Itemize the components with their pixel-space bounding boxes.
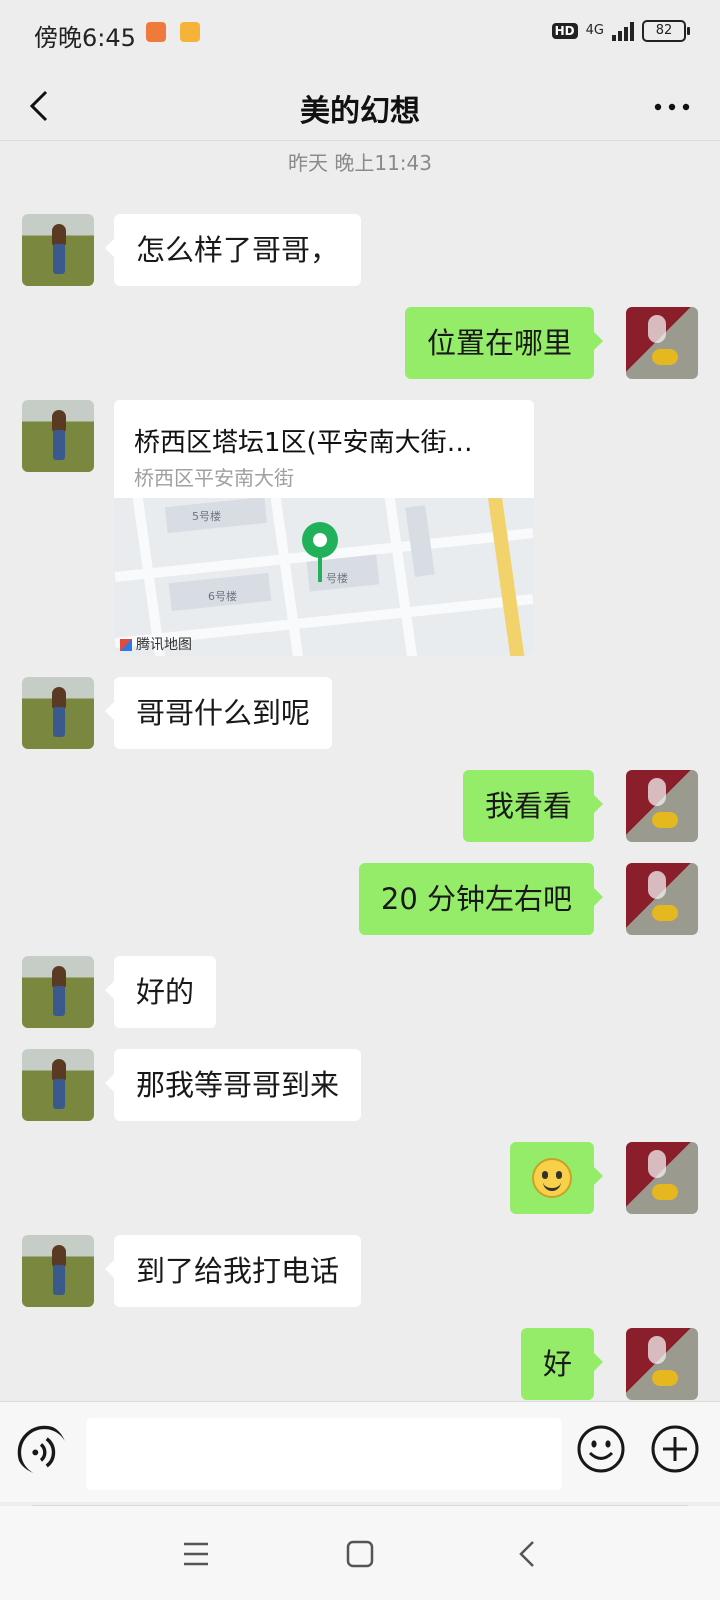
message-row: 好的 <box>0 956 720 1030</box>
my-avatar[interactable] <box>626 770 698 842</box>
my-avatar[interactable] <box>626 863 698 935</box>
contact-avatar[interactable] <box>22 400 94 472</box>
my-avatar[interactable] <box>626 1328 698 1400</box>
map-pin-icon <box>302 522 338 558</box>
message-row: 我看看 <box>0 770 720 844</box>
message-row: 好 <box>0 1328 720 1401</box>
message-row: 位置在哪里 <box>0 307 720 381</box>
smile-emoji-icon <box>532 1158 572 1198</box>
location-card[interactable]: 桥西区塔坛1区(平安南大街… 桥西区平安南大街 5号楼 6号楼 号楼 腾讯地图 <box>114 400 534 656</box>
my-avatar[interactable] <box>626 307 698 379</box>
signal-icon <box>612 21 634 41</box>
contact-avatar[interactable] <box>22 1235 94 1307</box>
message-row: 那我等哥哥到来 <box>0 1049 720 1123</box>
message-input[interactable] <box>86 1418 562 1490</box>
message-bubble[interactable]: 到了给我打电话 <box>104 1235 362 1307</box>
message-list[interactable]: 昨天 晚上11:43 怎么样了哥哥， 位置在哪里 桥西区塔坛1区(平安南大街… … <box>0 141 720 1401</box>
chat-header: 美的幻想 <box>0 70 720 141</box>
message-row: 桥西区塔坛1区(平安南大街… 桥西区平安南大街 5号楼 6号楼 号楼 腾讯地图 <box>0 400 720 658</box>
map-label: 6号楼 <box>208 590 237 603</box>
contact-avatar[interactable] <box>22 214 94 286</box>
message-bubble[interactable]: 好的 <box>104 956 217 1028</box>
message-timestamp: 昨天 晚上11:43 <box>288 151 432 175</box>
network-type: 4G <box>585 23 604 38</box>
map-label: 5号楼 <box>192 510 221 523</box>
status-indicators: HD 4G 82 <box>551 20 690 42</box>
message-bubble[interactable]: 怎么样了哥哥， <box>104 214 362 286</box>
message-bubble[interactable] <box>510 1142 603 1214</box>
message-bubble[interactable]: 我看看 <box>462 770 604 842</box>
input-bar <box>0 1401 720 1502</box>
contact-avatar[interactable] <box>22 956 94 1028</box>
system-nav-bar <box>0 1506 720 1600</box>
add-more-icon[interactable] <box>650 1424 700 1474</box>
location-address: 桥西区平安南大街 <box>134 466 294 490</box>
location-title: 桥西区塔坛1区(平安南大街… <box>134 428 473 458</box>
status-time: 傍晚6:45 <box>34 24 136 52</box>
message-bubble[interactable]: 好 <box>520 1328 604 1400</box>
chat-title: 美的幻想 <box>300 94 420 129</box>
notification-icon <box>180 22 200 42</box>
notification-icon <box>146 22 166 42</box>
battery-icon: 82 <box>642 20 690 42</box>
message-bubble[interactable]: 20 分钟左右吧 <box>358 863 604 935</box>
message-row: 哥哥什么到呢 <box>0 677 720 751</box>
map-brand: 腾讯地图 <box>120 634 192 654</box>
contact-avatar[interactable] <box>22 677 94 749</box>
emoji-picker-icon[interactable] <box>576 1424 626 1474</box>
message-row: 20 分钟左右吧 <box>0 863 720 937</box>
message-bubble[interactable]: 位置在哪里 <box>404 307 604 379</box>
more-options-icon[interactable] <box>652 92 692 122</box>
status-bar: 傍晚6:45 HD 4G 82 <box>0 0 720 70</box>
message-bubble[interactable]: 哥哥什么到呢 <box>104 677 333 749</box>
home-icon[interactable] <box>340 1534 380 1574</box>
tencent-map-logo-icon <box>120 639 132 651</box>
back-icon[interactable] <box>508 1534 548 1574</box>
message-row: 怎么样了哥哥， <box>0 214 720 288</box>
contact-avatar[interactable] <box>22 1049 94 1121</box>
message-row <box>0 1142 720 1216</box>
voice-input-icon[interactable] <box>16 1424 66 1474</box>
location-map: 5号楼 6号楼 号楼 腾讯地图 <box>114 498 534 656</box>
menu-icon[interactable] <box>176 1534 216 1574</box>
map-label: 号楼 <box>326 572 348 585</box>
hd-voice-icon: HD <box>551 23 578 39</box>
message-bubble[interactable]: 那我等哥哥到来 <box>104 1049 362 1121</box>
main-road <box>486 498 528 656</box>
my-avatar[interactable] <box>626 1142 698 1214</box>
message-row: 到了给我打电话 <box>0 1235 720 1309</box>
